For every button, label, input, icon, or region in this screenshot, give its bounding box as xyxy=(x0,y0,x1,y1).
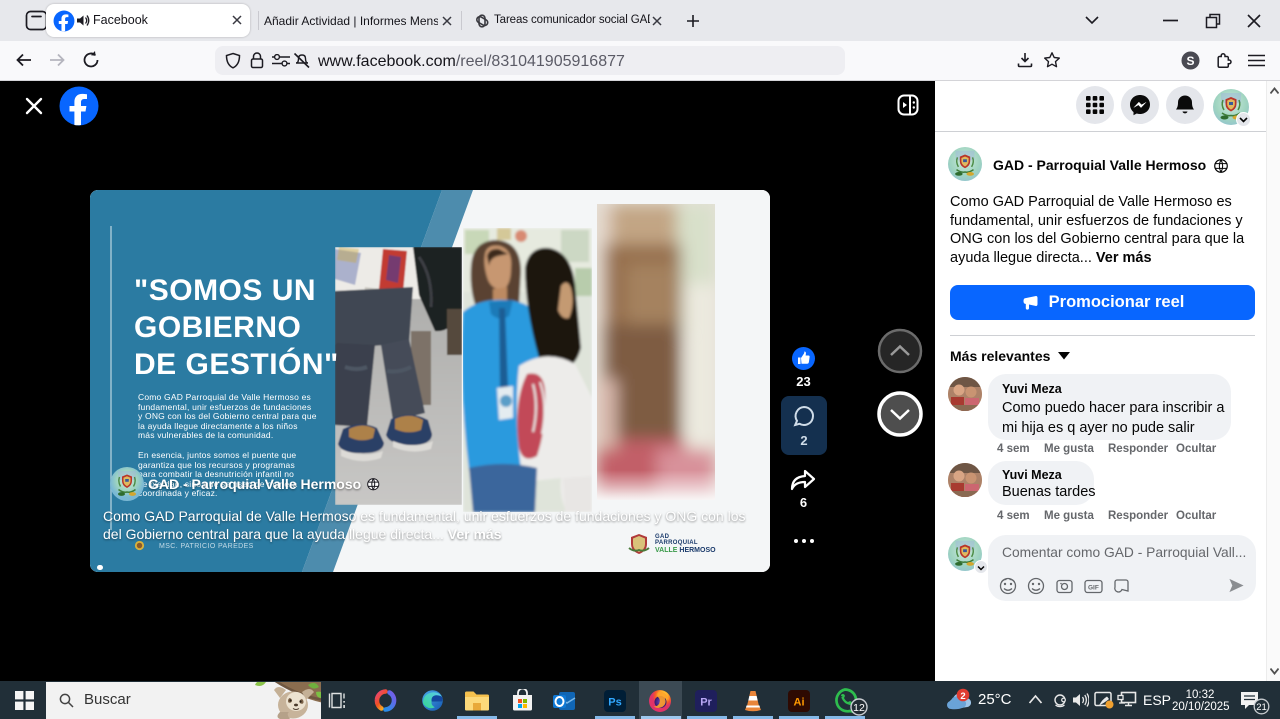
svg-text:Pr: Pr xyxy=(700,697,712,709)
svg-text:21: 21 xyxy=(1256,702,1267,713)
svg-text:Ai: Ai xyxy=(794,697,805,709)
svg-text:Ps: Ps xyxy=(608,697,621,709)
svg-text:GIF: GIF xyxy=(1088,585,1099,592)
svg-text:S: S xyxy=(1186,54,1194,68)
svg-text:12: 12 xyxy=(853,702,865,714)
svg-text:2: 2 xyxy=(960,691,965,702)
